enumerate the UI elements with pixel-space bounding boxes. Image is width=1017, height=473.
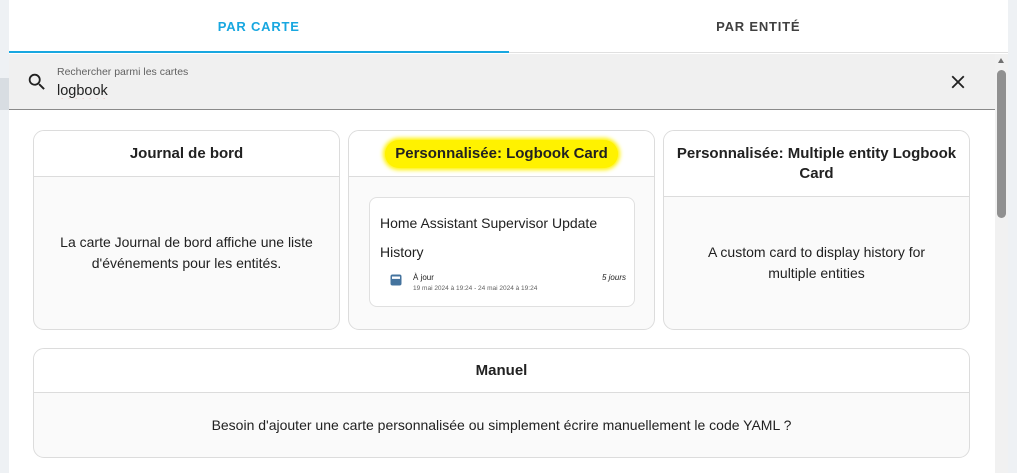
entry-state: À jour: [413, 273, 434, 282]
entry-range: 19 mai 2024 à 19:24 - 24 mai 2024 à 19:2…: [413, 285, 538, 292]
scrollbar-thumb[interactable]: [997, 70, 1006, 218]
card-title: Manuel: [34, 349, 969, 393]
search-field[interactable]: Rechercher parmi les cartes: [9, 54, 1008, 110]
search-input[interactable]: [57, 81, 937, 101]
card-description: A custom card to display history for mul…: [707, 244, 926, 281]
card-option-manual[interactable]: Manuel Besoin d'ajouter une carte person…: [33, 348, 970, 458]
card-title: Personnalisée: Logbook Card: [385, 139, 618, 168]
card-title: Journal de bord: [34, 131, 339, 177]
background-element: [0, 78, 9, 110]
tab-bar: PAR CARTE PAR ENTITÉ: [9, 0, 1008, 53]
entry-duration: 5 jours: [601, 273, 626, 282]
scroll-up-arrow-icon[interactable]: [998, 58, 1004, 63]
tab-by-card[interactable]: PAR CARTE: [9, 0, 509, 53]
logbook-entry: À jour 5 jours 19 mai 2024 à 19:24 - 24 …: [390, 273, 630, 297]
background-right-edge: [1008, 0, 1017, 473]
card-option-logbook[interactable]: Journal de bord La carte Journal de bord…: [33, 130, 340, 330]
card-title: Personnalisée: Multiple entity Logbook C…: [664, 131, 969, 197]
scrollbar[interactable]: [995, 54, 1008, 473]
card-option-custom-logbook[interactable]: Personnalisée: Logbook Card Home Assista…: [348, 130, 655, 330]
card-description: La carte Journal de bord affiche une lis…: [60, 234, 313, 271]
card-preview: Home Assistant Supervisor Update History…: [369, 197, 635, 307]
search-icon: [28, 73, 45, 90]
card-option-multiple-entity-logbook[interactable]: Personnalisée: Multiple entity Logbook C…: [663, 130, 970, 330]
preview-title: Home Assistant Supervisor Update History: [380, 215, 598, 260]
close-icon[interactable]: [947, 71, 969, 93]
card-picker-dialog: PAR CARTE PAR ENTITÉ Rechercher parmi le…: [9, 0, 1008, 473]
card-results: Journal de bord La carte Journal de bord…: [9, 110, 995, 473]
update-icon: [390, 274, 402, 286]
background-left-edge: [0, 0, 9, 473]
card-header: Personnalisée: Logbook Card: [349, 131, 654, 177]
tab-by-entity[interactable]: PAR ENTITÉ: [509, 0, 1009, 52]
search-label: Rechercher parmi les cartes: [57, 66, 189, 78]
card-description: Besoin d'ajouter une carte personnalisée…: [211, 416, 792, 433]
